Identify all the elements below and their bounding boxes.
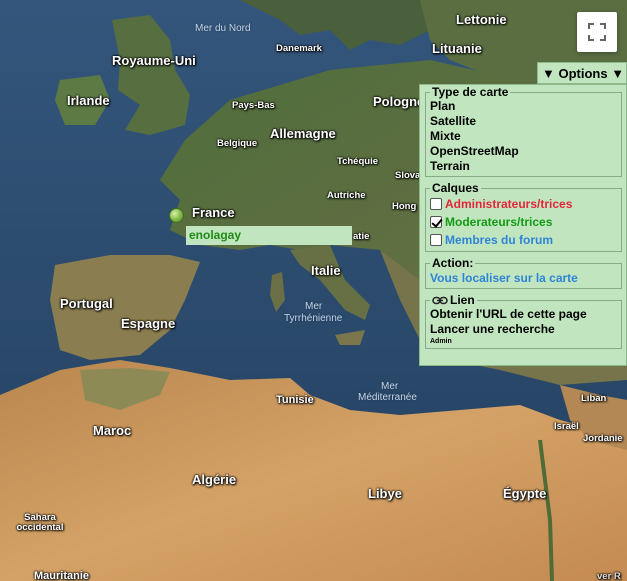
country-label-hong: Hong [392, 201, 417, 212]
layer-moderators-row: Moderateurs/trices [430, 213, 617, 231]
layer-moderators-label[interactable]: Moderateurs/trices [445, 215, 552, 229]
map-type-terrain[interactable]: Terrain [430, 159, 617, 174]
map-type-satellite[interactable]: Satellite [430, 114, 617, 129]
fullscreen-button[interactable] [577, 12, 617, 52]
sea-label-med-2: Méditerranée [358, 392, 417, 403]
country-label-mauritanie: Mauritanie [34, 570, 90, 581]
country-label-danemark: Danemark [276, 43, 322, 54]
layer-moderators-checkbox[interactable] [430, 216, 442, 228]
link-legend-text: Lien [450, 293, 475, 307]
country-label-slova: Slova [395, 170, 421, 181]
map-type-plan[interactable]: Plan [430, 99, 617, 114]
country-label-italie: Italie [311, 263, 341, 278]
country-label-liban: Liban [581, 393, 607, 404]
green-sphere-marker-icon[interactable] [169, 208, 184, 223]
layer-members-checkbox[interactable] [430, 234, 442, 246]
country-label-atie: atie [353, 231, 370, 242]
sea-label-tyrrhenian-1: Mer [305, 301, 323, 312]
link-group: Lien Obtenir l'URL de cette page Lancer … [425, 293, 622, 349]
country-label-pays-bas: Pays-Bas [232, 100, 275, 111]
layer-admins-label[interactable]: Administrateurs/trices [445, 197, 572, 211]
map-type-legend: Type de carte [432, 85, 509, 99]
country-label-pologne: Pologne [373, 94, 425, 109]
admin-link[interactable]: Admin [430, 337, 617, 346]
get-page-url-link[interactable]: Obtenir l'URL de cette page [430, 307, 617, 322]
country-label-royaume-uni: Royaume-Uni [112, 53, 196, 68]
action-legend: Action: [432, 256, 474, 270]
country-label-tchequie: Tchéquie [337, 156, 378, 167]
map-type-mixte[interactable]: Mixte [430, 129, 617, 144]
country-label-irlande: Irlande [67, 93, 110, 108]
sea-label-tyrrhenian-2: Tyrrhénienne [284, 313, 343, 324]
country-label-sahara-occidental: Sahara occidental [16, 512, 64, 533]
sea-label-mer-du-nord: Mer du Nord [195, 23, 251, 34]
country-label-portugal: Portugal [60, 296, 113, 311]
options-panel: Type de carte Plan Satellite Mixte OpenS… [419, 84, 627, 366]
options-toggle-button[interactable]: ▼ Options ▼ [537, 62, 627, 84]
link-legend: Lien [430, 293, 477, 307]
map-type-group: Type de carte Plan Satellite Mixte OpenS… [425, 85, 622, 177]
link-icon [432, 296, 448, 305]
layers-legend: Calques [432, 181, 479, 195]
country-label-egypte: Égypte [503, 486, 547, 501]
country-label-lettonie: Lettonie [456, 12, 507, 27]
map-type-openstreetmap[interactable]: OpenStreetMap [430, 144, 617, 159]
country-label-espagne: Espagne [121, 316, 176, 331]
country-label-algerie: Algérie [192, 472, 237, 487]
country-label-lituanie: Lituanie [432, 41, 482, 56]
country-label-israel: Israël [554, 421, 579, 432]
country-label-jordanie: Jordanie [583, 433, 623, 444]
layers-group: Calques Administrateurs/trices Moderateu… [425, 181, 622, 252]
layer-admins-checkbox[interactable] [430, 198, 442, 210]
locate-me-link[interactable]: Vous localiser sur la carte [430, 270, 617, 286]
layer-admins-row: Administrateurs/trices [430, 195, 617, 213]
action-group: Action: Vous localiser sur la carte [425, 256, 622, 289]
fullscreen-icon [588, 23, 606, 41]
marker-label[interactable]: enolagay [186, 226, 352, 245]
country-label-belgique: Belgique [217, 138, 258, 149]
country-label-autriche: Autriche [327, 190, 366, 201]
country-label-allemagne: Allemagne [270, 126, 336, 141]
country-label-maroc: Maroc [93, 423, 132, 438]
country-label-france: France [192, 205, 235, 220]
launch-search-link[interactable]: Lancer une recherche [430, 322, 617, 337]
sea-label-med-1: Mer [381, 381, 399, 392]
country-label-tunisie: Tunisie [276, 394, 314, 406]
layer-members-row: Membres du forum [430, 231, 617, 249]
layer-members-label[interactable]: Membres du forum [445, 233, 553, 247]
country-label-partial-right: ver R [597, 571, 621, 581]
country-label-libye: Libye [368, 486, 402, 501]
